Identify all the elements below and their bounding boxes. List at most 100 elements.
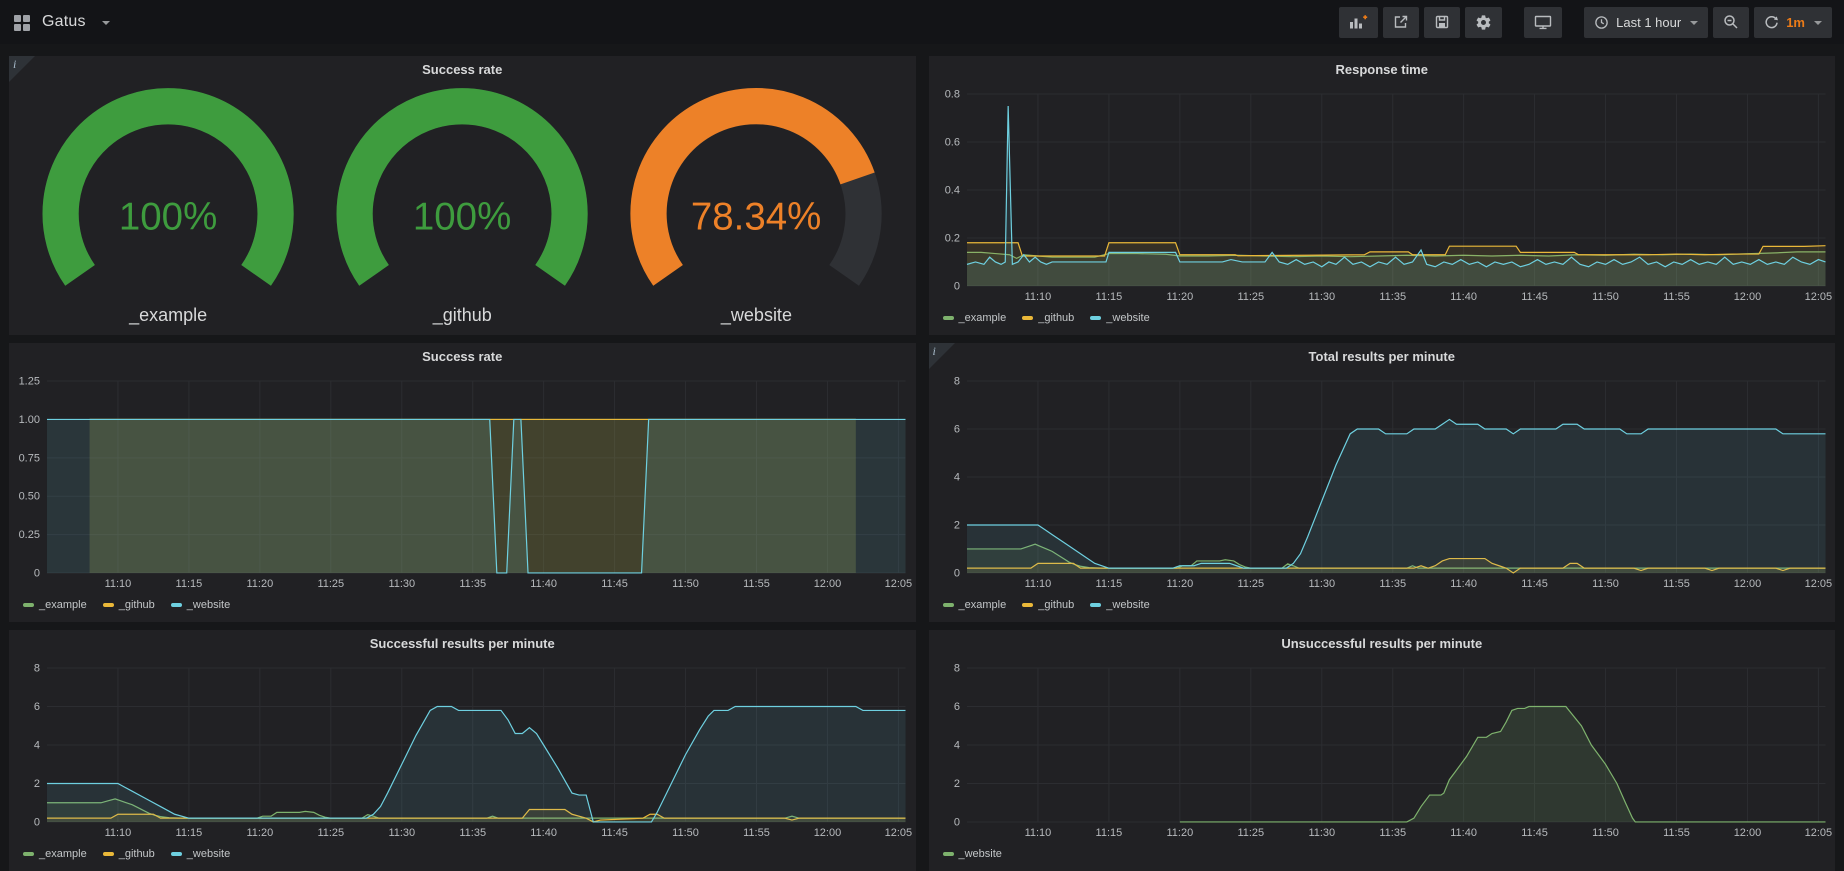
add-panel-button[interactable] bbox=[1339, 7, 1378, 38]
svg-text:11:55: 11:55 bbox=[1663, 827, 1690, 839]
info-corner-icon[interactable]: i bbox=[9, 56, 35, 82]
time-range-button[interactable]: Last 1 hour bbox=[1584, 7, 1708, 38]
legend-label: _github bbox=[119, 848, 155, 860]
legend-item-_github[interactable]: _github bbox=[103, 848, 155, 860]
refresh-icon bbox=[1764, 15, 1779, 30]
panel-title[interactable]: Success rate bbox=[9, 343, 916, 369]
unsuccessful-results-chart[interactable]: 0246811:1011:1511:2011:2511:3011:3511:40… bbox=[929, 656, 1836, 842]
legend-label: _example bbox=[959, 312, 1007, 324]
panel-title[interactable]: Total results per minute bbox=[929, 343, 1836, 369]
svg-text:11:30: 11:30 bbox=[1308, 578, 1335, 590]
svg-text:4: 4 bbox=[953, 472, 959, 484]
legend-item-_website[interactable]: _website bbox=[171, 848, 230, 860]
svg-text:4: 4 bbox=[953, 740, 959, 752]
gauge-arc: 78.34% bbox=[609, 84, 903, 305]
svg-text:12:00: 12:00 bbox=[1733, 827, 1761, 839]
svg-text:2: 2 bbox=[953, 778, 959, 790]
legend-label: _website bbox=[1106, 599, 1149, 611]
legend-item-_example[interactable]: _example bbox=[23, 848, 87, 860]
svg-text:8: 8 bbox=[953, 663, 959, 675]
legend-item-_github[interactable]: _github bbox=[1022, 312, 1074, 324]
panel-title[interactable]: Unsuccessful results per minute bbox=[929, 630, 1836, 656]
svg-text:11:35: 11:35 bbox=[459, 827, 486, 839]
dashboard-title[interactable]: Gatus bbox=[42, 13, 86, 31]
svg-text:11:20: 11:20 bbox=[1166, 827, 1193, 839]
svg-text:11:20: 11:20 bbox=[247, 827, 274, 839]
svg-text:11:20: 11:20 bbox=[1166, 291, 1193, 303]
legend-item-_example[interactable]: _example bbox=[943, 599, 1007, 611]
total-results-plot[interactable]: 0246811:1011:1511:2011:2511:3011:3511:40… bbox=[929, 369, 1836, 593]
svg-text:12:05: 12:05 bbox=[1804, 827, 1832, 839]
legend-swatch-icon bbox=[23, 603, 34, 607]
svg-text:11:25: 11:25 bbox=[1237, 578, 1264, 590]
legend-item-_website[interactable]: _website bbox=[1090, 599, 1149, 611]
legend-item-_example[interactable]: _example bbox=[23, 599, 87, 611]
legend-swatch-icon bbox=[23, 852, 34, 856]
svg-text:11:50: 11:50 bbox=[1592, 291, 1619, 303]
svg-text:11:20: 11:20 bbox=[247, 578, 274, 590]
gauge-arc: 100% bbox=[21, 84, 315, 305]
legend-swatch-icon bbox=[103, 852, 114, 856]
svg-text:11:50: 11:50 bbox=[1592, 827, 1619, 839]
legend-item-_github[interactable]: _github bbox=[1022, 599, 1074, 611]
successful-results-chart[interactable]: 0246811:1011:1511:2011:2511:3011:3511:40… bbox=[9, 656, 916, 842]
settings-button[interactable] bbox=[1465, 7, 1502, 38]
info-corner-letter: i bbox=[13, 57, 16, 72]
svg-text:11:10: 11:10 bbox=[1024, 827, 1051, 839]
legend-swatch-icon bbox=[943, 316, 954, 320]
svg-text:11:35: 11:35 bbox=[1379, 578, 1406, 590]
info-corner-icon[interactable]: i bbox=[929, 343, 955, 369]
response-time-plot[interactable]: 00.20.40.60.811:1011:1511:2011:2511:3011… bbox=[929, 82, 1836, 306]
bar-chart-plus-icon bbox=[1349, 14, 1368, 30]
zoom-out-button[interactable] bbox=[1713, 7, 1749, 38]
svg-text:6: 6 bbox=[34, 701, 40, 713]
response-time-chart[interactable]: 00.20.40.60.811:1011:1511:2011:2511:3011… bbox=[929, 82, 1836, 306]
legend-item-_example[interactable]: _example bbox=[943, 312, 1007, 324]
legend-swatch-icon bbox=[171, 852, 182, 856]
gauge-row: 100%_example100%_github78.34%_website bbox=[9, 82, 916, 335]
chevron-down-icon[interactable] bbox=[102, 21, 110, 25]
unsuccessful-results-plot[interactable]: 0246811:1011:1511:2011:2511:3011:3511:40… bbox=[929, 656, 1836, 842]
gauge-label: _github bbox=[433, 305, 492, 333]
legend-item-_website[interactable]: _website bbox=[171, 599, 230, 611]
svg-text:2: 2 bbox=[34, 778, 40, 790]
svg-text:0: 0 bbox=[34, 567, 40, 579]
share-button[interactable] bbox=[1383, 7, 1419, 38]
svg-text:11:15: 11:15 bbox=[1095, 291, 1122, 303]
successful-results-plot[interactable]: 0246811:1011:1511:2011:2511:3011:3511:40… bbox=[9, 656, 916, 842]
panel-title[interactable]: Success rate bbox=[9, 56, 916, 82]
panel-successful-results: Successful results per minute 0246811:10… bbox=[9, 630, 916, 871]
legend-swatch-icon bbox=[943, 603, 954, 607]
gauge-label: _example bbox=[129, 305, 207, 333]
svg-text:11:10: 11:10 bbox=[1024, 578, 1051, 590]
gauge-label: _website bbox=[721, 305, 792, 333]
time-range-label: Last 1 hour bbox=[1616, 15, 1681, 30]
success-rate-chart[interactable]: 00.250.500.751.001.2511:1011:1511:2011:2… bbox=[9, 369, 916, 593]
total-results-chart[interactable]: 0246811:1011:1511:2011:2511:3011:3511:40… bbox=[929, 369, 1836, 593]
svg-text:11:10: 11:10 bbox=[105, 827, 132, 839]
svg-text:11:50: 11:50 bbox=[672, 827, 699, 839]
svg-text:0: 0 bbox=[34, 816, 40, 828]
svg-text:12:05: 12:05 bbox=[885, 827, 913, 839]
panel-title[interactable]: Response time bbox=[929, 56, 1836, 82]
svg-text:12:00: 12:00 bbox=[814, 578, 842, 590]
svg-text:11:25: 11:25 bbox=[317, 827, 344, 839]
panel-title[interactable]: Successful results per minute bbox=[9, 630, 916, 656]
svg-text:12:05: 12:05 bbox=[1804, 578, 1832, 590]
legend-item-_website[interactable]: _website bbox=[1090, 312, 1149, 324]
legend-item-_website[interactable]: _website bbox=[943, 848, 1002, 860]
dashboard-grid-icon[interactable] bbox=[12, 12, 32, 32]
svg-text:11:10: 11:10 bbox=[1024, 291, 1051, 303]
panel-success-rate-gauges: i Success rate 100%_example100%_github78… bbox=[9, 56, 916, 335]
save-button[interactable] bbox=[1424, 7, 1460, 38]
svg-text:11:25: 11:25 bbox=[1237, 291, 1264, 303]
refresh-button[interactable]: 1m bbox=[1754, 7, 1832, 38]
legend-item-_github[interactable]: _github bbox=[103, 599, 155, 611]
legend-label: _github bbox=[1038, 599, 1074, 611]
clock-icon bbox=[1594, 15, 1609, 30]
panel-unsuccessful-results: Unsuccessful results per minute 0246811:… bbox=[929, 630, 1836, 871]
svg-text:11:55: 11:55 bbox=[743, 578, 770, 590]
success-rate-plot[interactable]: 00.250.500.751.001.2511:1011:1511:2011:2… bbox=[9, 369, 916, 593]
tv-mode-button[interactable] bbox=[1524, 7, 1562, 38]
monitor-icon bbox=[1534, 14, 1552, 30]
